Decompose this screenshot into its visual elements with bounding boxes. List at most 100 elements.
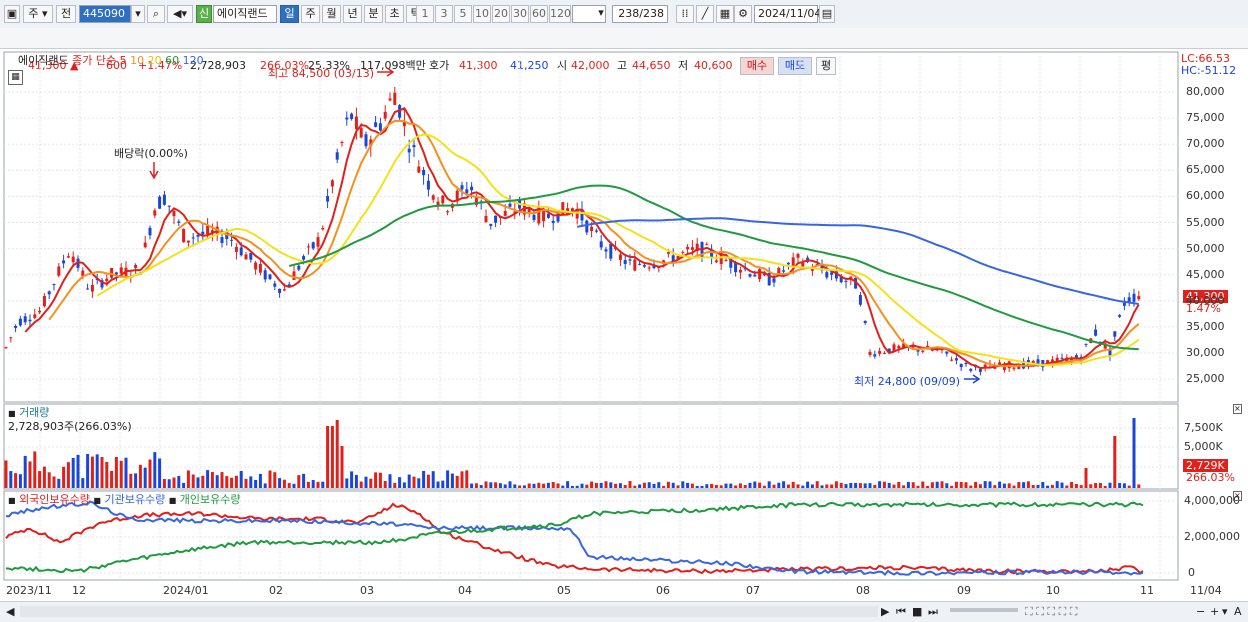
candle-body — [618, 254, 622, 260]
period-button-4[interactable]: 분 — [364, 5, 383, 23]
holdings-close-icon[interactable]: × — [1233, 491, 1242, 501]
speaker-icon[interactable]: ◀▾ — [167, 5, 193, 23]
interval-button-3[interactable]: 3 — [435, 5, 453, 23]
interval-button-1[interactable]: 1 — [416, 5, 434, 23]
date-label-4: 03 — [360, 584, 374, 597]
interval-dropdown-icon[interactable]: ▾ — [595, 5, 607, 23]
font-size-icon[interactable]: A — [1234, 605, 1242, 618]
candle-body — [446, 211, 450, 213]
volume-bar — [282, 479, 286, 488]
candle-body — [340, 142, 344, 144]
volume-bar — [129, 473, 133, 488]
candle-body — [964, 363, 968, 365]
volume-bar — [52, 476, 56, 488]
holdings-tick-4m: 4,000,000 — [1184, 494, 1240, 507]
candle-body — [642, 265, 646, 267]
volume-close-icon[interactable]: × — [1233, 404, 1242, 414]
period-button-2[interactable]: 월 — [322, 5, 341, 23]
interval-button-10[interactable]: 10 — [473, 5, 491, 23]
gear-icon[interactable]: ⚙ — [734, 5, 752, 23]
candle-body — [868, 351, 872, 355]
zoom-slider[interactable] — [950, 608, 1018, 612]
volume-bar — [402, 482, 406, 488]
volume-bar — [796, 484, 800, 488]
stock-code-dropdown-icon[interactable]: ▾ — [131, 5, 145, 23]
zoom-in-icon[interactable]: + — [1210, 605, 1219, 618]
stock-code-input[interactable]: 445090 — [79, 5, 131, 23]
period-button-3[interactable]: 년 — [343, 5, 362, 23]
volume-bar — [105, 461, 109, 488]
volume-bar — [1055, 481, 1059, 488]
jump-last-icon[interactable]: ⏭ — [928, 605, 938, 619]
candle-body — [426, 180, 430, 190]
count-field[interactable]: 238/238 — [612, 5, 668, 23]
volume-bar — [988, 481, 992, 488]
interval-button-60[interactable]: 60 — [530, 5, 548, 23]
institution-holdings-line — [5, 500, 1144, 577]
volume-bar — [1007, 483, 1011, 488]
interval-button-120[interactable]: 120 — [549, 5, 571, 23]
volume-bar — [455, 475, 459, 488]
draw-line-icon[interactable]: ╱ — [696, 5, 714, 23]
tool-icons[interactable]: ⛶ ⛶ ⛶ ⛶ ⛶ — [1025, 605, 1078, 619]
candle-body — [666, 252, 670, 254]
volume-bar — [354, 474, 358, 488]
volume-bar — [964, 482, 968, 488]
volume-bar — [599, 482, 603, 488]
volume-bar — [479, 485, 483, 488]
candle-body — [374, 122, 378, 127]
market-select[interactable]: 주 ▾ — [23, 5, 53, 23]
bottom-scroll-bar: ◀ ▶ ⏮ ■ ⏭ ⛶ ⛶ ⛶ ⛶ ⛶ − + ▾ A — [0, 601, 1248, 622]
volume-bar — [234, 475, 238, 488]
candle-body — [383, 111, 387, 119]
scroll-left-icon[interactable]: ◀ — [6, 605, 14, 618]
candle-body — [28, 319, 32, 322]
volume-bar — [268, 470, 272, 488]
search-icon[interactable]: ⌕ — [147, 5, 165, 23]
candle-body — [508, 203, 512, 207]
candle-body — [158, 196, 162, 209]
calculator-icon[interactable]: ▦ — [8, 70, 23, 85]
chart-layout-icon[interactable]: ▣ — [4, 5, 20, 23]
volume-bar — [815, 481, 819, 488]
candle-body — [62, 260, 66, 264]
table-icon[interactable]: ▦ — [716, 5, 734, 23]
stock-chart[interactable] — [0, 48, 1248, 621]
stop-icon[interactable]: ■ — [912, 605, 922, 618]
calendar-icon[interactable]: ▤ — [819, 5, 835, 23]
period-button-0[interactable]: 일 — [280, 5, 299, 23]
zoom-out-icon[interactable]: − — [1196, 605, 1205, 618]
dividend-annotation: 배당락(0.00%) — [114, 147, 188, 160]
horizontal-scrollbar[interactable] — [20, 606, 878, 617]
interval-button-30[interactable]: 30 — [511, 5, 529, 23]
volume-bar — [81, 478, 85, 488]
price-tick-2: 70,000 — [1186, 137, 1225, 151]
volume-bar — [186, 470, 190, 488]
date-input[interactable]: 2024/11/04 — [754, 5, 821, 23]
period-button-1[interactable]: 주 — [301, 5, 320, 23]
period-mode-select[interactable]: 전 — [56, 5, 76, 23]
volume-bar — [1113, 436, 1117, 488]
scroll-right-icon[interactable]: ▶ — [881, 605, 889, 618]
period-button-5[interactable]: 초 — [385, 5, 404, 23]
scroll-down-icon[interactable]: ▾ — [1222, 605, 1228, 618]
volume-bar — [561, 485, 565, 488]
volume-bar — [594, 482, 598, 488]
volume-bar — [1122, 483, 1126, 488]
volume-bar — [546, 482, 550, 488]
candle-body — [230, 239, 234, 241]
interval-button-5[interactable]: 5 — [454, 5, 472, 23]
stock-name-field[interactable]: 에이직랜드 — [213, 5, 277, 23]
volume-bar — [110, 470, 114, 488]
candle-body — [1094, 329, 1098, 336]
candle-body — [388, 98, 392, 101]
candle-body — [162, 194, 166, 205]
candle-body — [686, 246, 690, 250]
jump-first-icon[interactable]: ⏮ — [896, 605, 906, 619]
volume-bar — [1026, 481, 1030, 488]
candle-body — [297, 265, 301, 270]
grid-icon[interactable]: ⁞⁞ — [676, 5, 694, 23]
volume-bar — [566, 481, 570, 488]
volume-bar — [892, 484, 896, 488]
interval-button-20[interactable]: 20 — [492, 5, 510, 23]
